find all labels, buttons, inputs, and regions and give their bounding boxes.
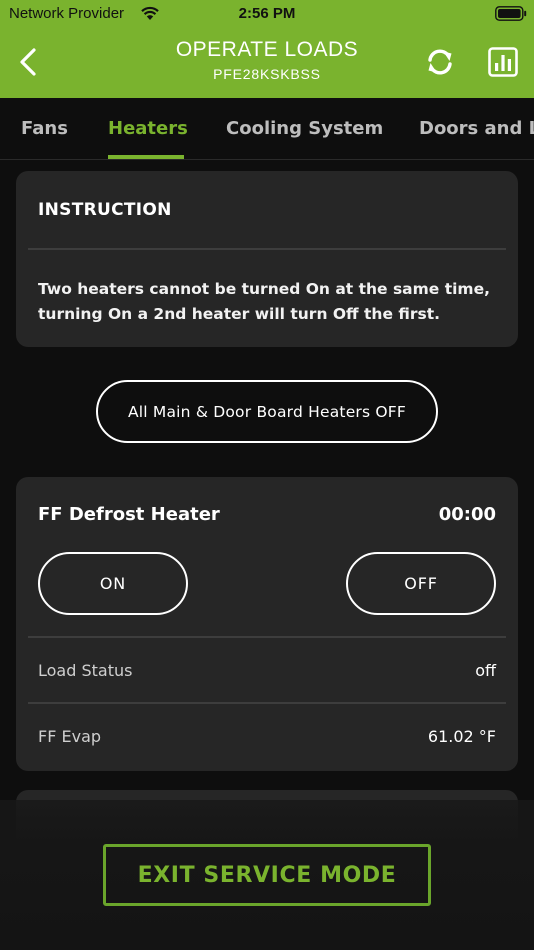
battery-icon — [495, 6, 527, 21]
divider — [28, 248, 506, 250]
tab-heaters[interactable]: Heaters — [108, 118, 188, 139]
load-status-value: off — [475, 661, 496, 680]
instruction-card: INSTRUCTION Two heaters cannot be turned… — [16, 171, 518, 347]
exit-service-mode-button[interactable]: EXIT SERVICE MODE — [103, 844, 431, 906]
bar-chart-icon[interactable] — [487, 46, 519, 78]
active-tab-indicator — [108, 155, 184, 159]
status-time: 2:56 PM — [238, 5, 296, 22]
instruction-title: INSTRUCTION — [38, 200, 172, 220]
tab-cooling-system[interactable]: Cooling System — [226, 118, 383, 139]
heater-timer: 00:00 — [438, 504, 496, 525]
heater-off-button[interactable]: OFF — [346, 552, 496, 615]
divider — [28, 636, 506, 638]
heater-on-button[interactable]: ON — [38, 552, 188, 615]
ff-evap-label: FF Evap — [38, 727, 102, 746]
load-status-label: Load Status — [38, 661, 133, 680]
status-bar: Network Provider 2:56 PM — [0, 0, 534, 28]
refresh-icon[interactable] — [423, 45, 457, 79]
ff-evap-value: 61.02 °F — [427, 727, 496, 746]
tab-doors-and-lights[interactable]: Doors and L — [419, 118, 534, 139]
divider — [28, 702, 506, 704]
instruction-text: Two heaters cannot be turned On at the s… — [38, 280, 490, 323]
tab-bar: Fans Heaters Cooling System Doors and L — [0, 98, 534, 160]
app-header: Network Provider 2:56 PM OPERATE LOADS P… — [0, 0, 534, 98]
tab-fans[interactable]: Fans — [21, 118, 68, 139]
all-heaters-off-button[interactable]: All Main & Door Board Heaters OFF — [96, 380, 438, 443]
heater-card: FF Defrost Heater 00:00 ON OFF Load Stat… — [16, 477, 518, 771]
heater-name: FF Defrost Heater — [38, 504, 220, 525]
